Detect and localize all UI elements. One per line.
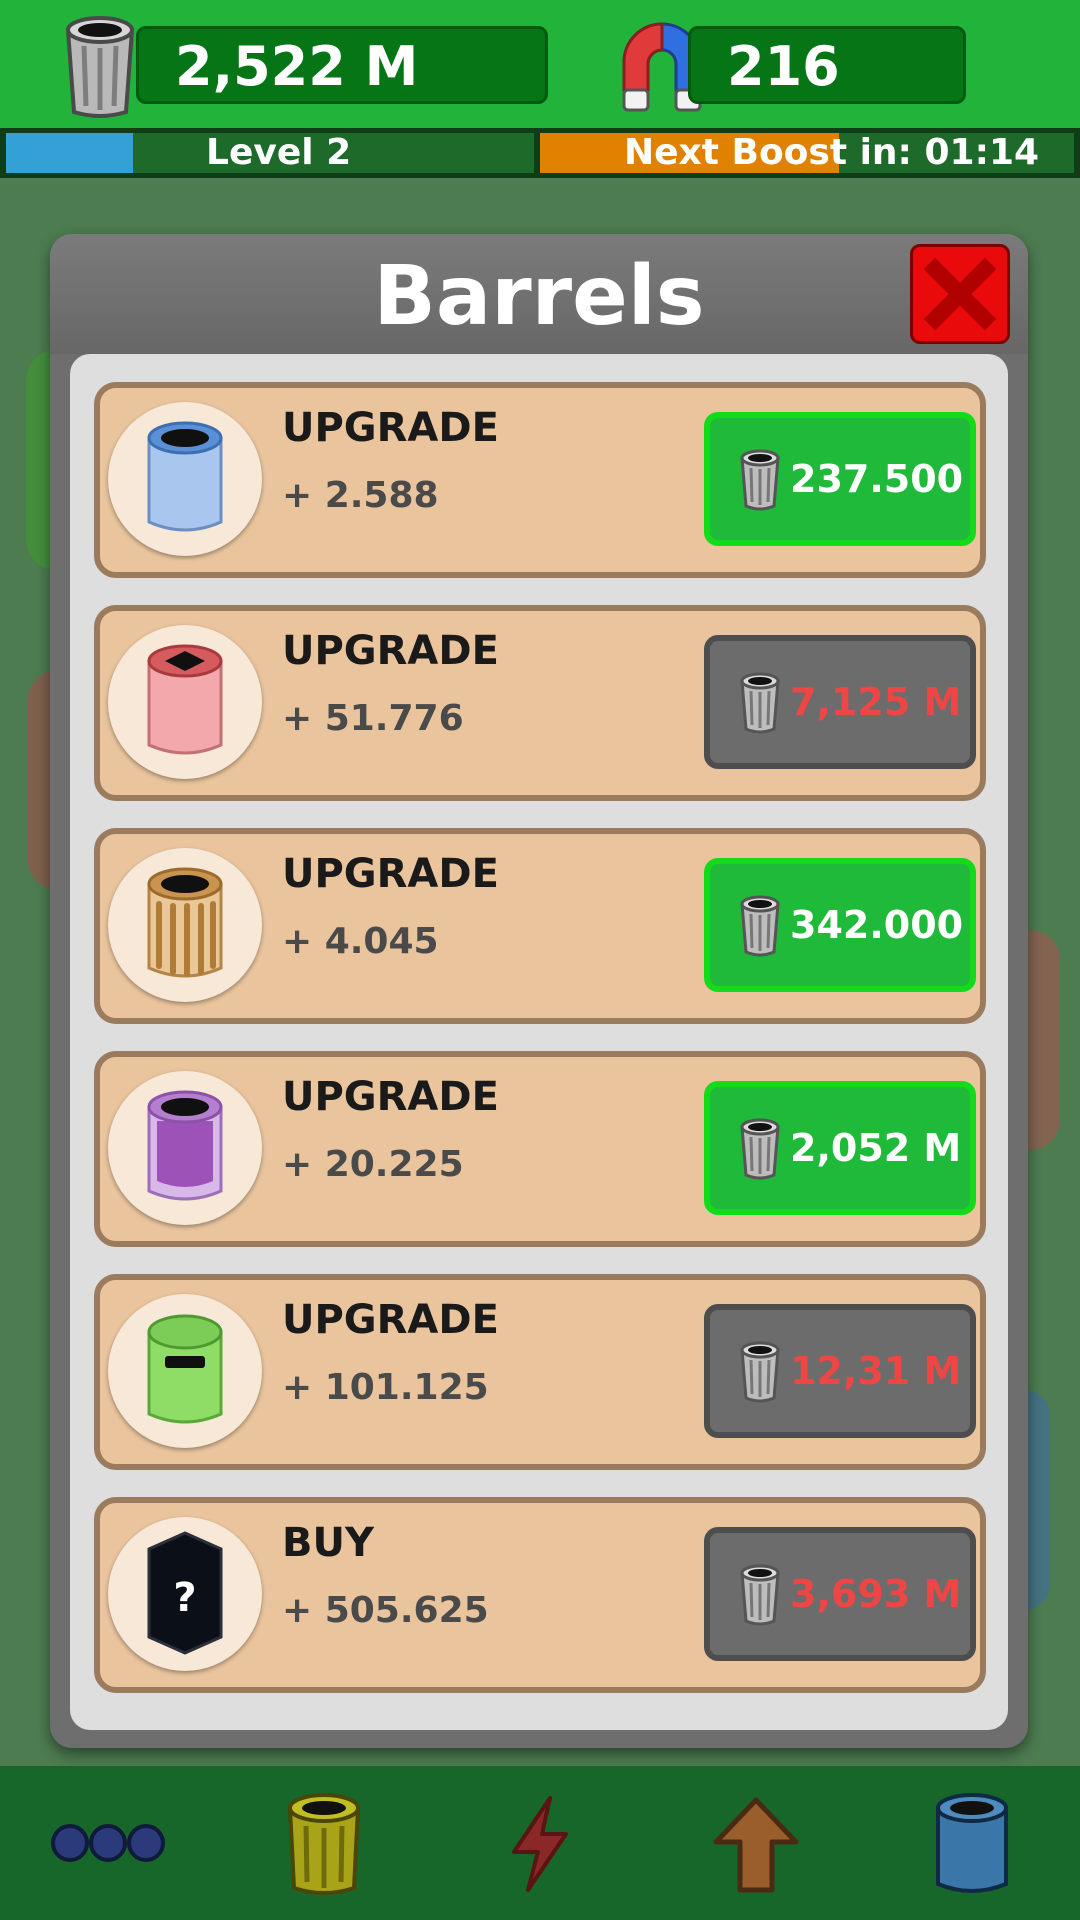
barrel-list: UPGRADE + 2.588 237.500 UPGRADE + 51.776… xyxy=(70,354,1008,1730)
trash-counter-box: 2,522 M xyxy=(136,26,548,104)
price-label: 2,052 M xyxy=(790,1126,962,1170)
nav-collection[interactable] xyxy=(864,1766,1080,1920)
barrel-icon-circle: ? xyxy=(108,1517,262,1671)
barrel-icon-circle xyxy=(108,625,262,779)
item-action-label: UPGRADE xyxy=(282,851,499,897)
price-label: 237.500 xyxy=(790,457,964,501)
trash-can-icon xyxy=(740,1564,780,1626)
list-item: UPGRADE + 20.225 2,052 M xyxy=(94,1051,986,1247)
trash-can-icon xyxy=(740,449,780,511)
upgrade-button[interactable]: 12,31 M xyxy=(704,1304,976,1438)
magnet-counter-box: 216 xyxy=(688,26,966,104)
more-icon xyxy=(51,1824,165,1862)
lightning-icon xyxy=(512,1796,568,1892)
trash-can-icon xyxy=(65,16,135,118)
barrel-icon-circle xyxy=(108,1294,262,1448)
upgrade-button[interactable]: 2,052 M xyxy=(704,1081,976,1215)
mystery-barrel-icon: ? xyxy=(147,1531,223,1655)
list-item: UPGRADE + 51.776 7,125 M xyxy=(94,605,986,801)
modal-header: Barrels xyxy=(50,234,1028,354)
close-button[interactable] xyxy=(910,244,1010,344)
barrel-icon-circle xyxy=(108,1071,262,1225)
item-bonus-value: + 101.125 xyxy=(282,1367,489,1408)
trash-count: 2,522 M xyxy=(175,35,419,98)
trash-can-icon xyxy=(740,672,780,734)
trash-can-icon xyxy=(740,895,780,957)
barrel-icon xyxy=(287,1793,361,1895)
top-bar: 2,522 M 216 xyxy=(0,0,1080,128)
pink-barrel-icon xyxy=(147,644,223,755)
magnet-count: 216 xyxy=(727,35,840,98)
mystery-glyph: ? xyxy=(173,1575,196,1621)
price-label: 12,31 M xyxy=(790,1349,962,1393)
close-icon xyxy=(923,257,997,331)
item-bonus-value: + 505.625 xyxy=(282,1590,489,1631)
barrels-modal: Barrels UPGRADE + 2.588 237.500 UPGRADE … xyxy=(50,234,1028,1748)
status-bar: Level 2 Next Boost in: 01:14 xyxy=(0,128,1080,178)
modal-title: Barrels xyxy=(373,249,705,344)
item-action-label: UPGRADE xyxy=(282,628,499,674)
nav-upgrades[interactable] xyxy=(648,1766,864,1920)
upgrade-arrow-icon xyxy=(713,1797,799,1893)
level-progress-bar: Level 2 xyxy=(6,133,534,173)
green-bin-icon xyxy=(147,1314,223,1424)
item-action-label: BUY xyxy=(282,1520,374,1566)
item-bonus-value: + 20.225 xyxy=(282,1144,464,1185)
purple-barrel-icon xyxy=(147,1090,223,1201)
bottom-nav xyxy=(0,1766,1080,1920)
item-action-label: UPGRADE xyxy=(282,405,499,451)
upgrade-button[interactable]: 342.000 xyxy=(704,858,976,992)
nav-boost[interactable] xyxy=(432,1766,648,1920)
level-progress-fill xyxy=(6,133,133,173)
item-bonus-value: + 4.045 xyxy=(282,921,439,962)
upgrade-button[interactable]: 237.500 xyxy=(704,412,976,546)
item-action-label: UPGRADE xyxy=(282,1297,499,1343)
list-item: UPGRADE + 101.125 12,31 M xyxy=(94,1274,986,1470)
boost-timer-bar: Next Boost in: 01:14 xyxy=(540,133,1074,173)
blue-barrel-icon xyxy=(147,421,223,532)
list-item: UPGRADE + 2.588 237.500 xyxy=(94,382,986,578)
item-action-label: UPGRADE xyxy=(282,1074,499,1120)
buy-button[interactable]: 3,693 M xyxy=(704,1527,976,1661)
boost-label: Next Boost in: 01:14 xyxy=(624,132,1040,173)
item-bonus-value: + 51.776 xyxy=(282,698,464,739)
price-label: 3,693 M xyxy=(790,1572,962,1616)
barrel-icon-circle xyxy=(108,848,262,1002)
list-item: ? BUY + 505.625 3,693 M xyxy=(94,1497,986,1693)
level-label: Level 2 xyxy=(206,132,352,173)
barrel-icon-circle xyxy=(108,402,262,556)
item-bonus-value: + 2.588 xyxy=(282,475,439,516)
blue-barrel-icon xyxy=(936,1793,1008,1893)
price-label: 7,125 M xyxy=(790,680,962,724)
upgrade-button[interactable]: 7,125 M xyxy=(704,635,976,769)
price-label: 342.000 xyxy=(790,903,964,947)
nav-barrels[interactable] xyxy=(216,1766,432,1920)
trash-can-icon xyxy=(740,1341,780,1403)
nav-more[interactable] xyxy=(0,1766,216,1920)
trash-can-icon xyxy=(740,1118,780,1180)
list-item: UPGRADE + 4.045 342.000 xyxy=(94,828,986,1024)
wooden-barrel-icon xyxy=(147,867,223,978)
